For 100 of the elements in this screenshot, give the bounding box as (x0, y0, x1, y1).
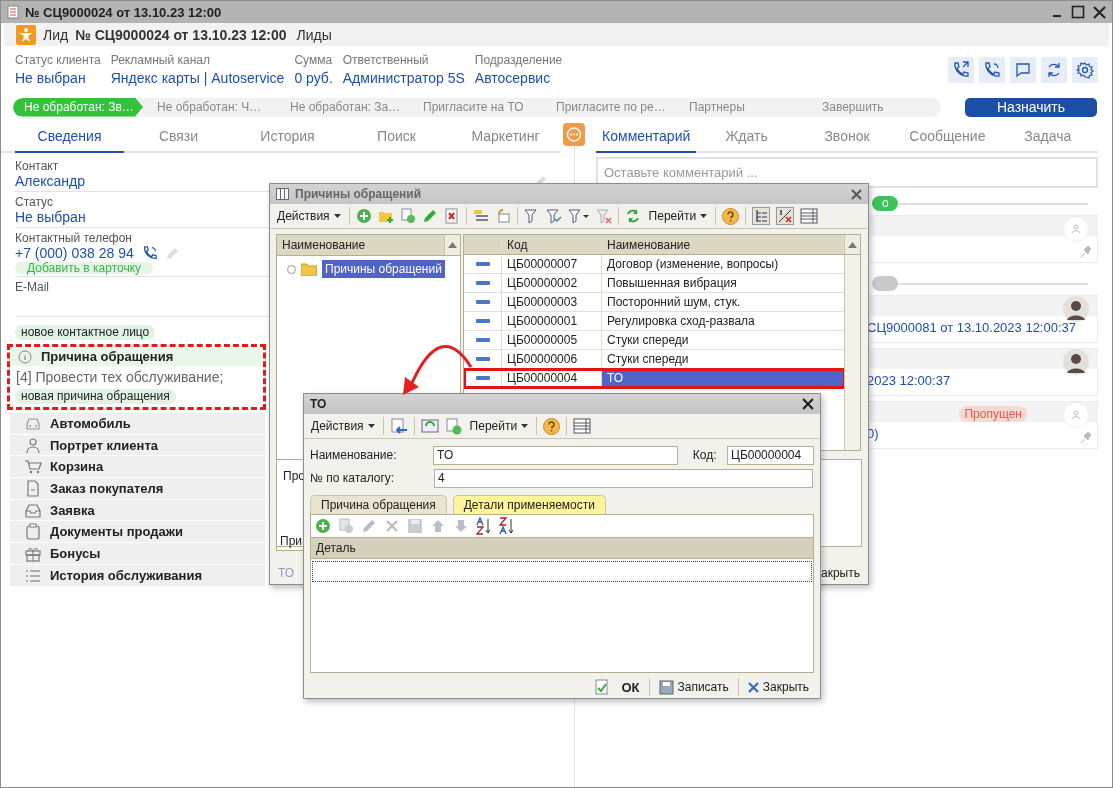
details-toggle-icon[interactable] (776, 207, 795, 225)
field-label: Контактный телефон (15, 231, 132, 245)
copy-icon[interactable] (399, 208, 416, 224)
tab[interactable]: История (233, 123, 342, 153)
reread-icon[interactable] (420, 418, 439, 434)
actions-menu[interactable]: Действия (309, 419, 377, 433)
tab[interactable]: Поиск (342, 123, 451, 153)
hierarchy-icon[interactable] (472, 208, 489, 224)
tree-item[interactable]: Причины обращений (322, 260, 445, 278)
add-icon[interactable] (355, 208, 372, 224)
field-value[interactable]: Не выбран (15, 209, 86, 225)
table-row[interactable]: ЦБ00000005 Стуки спереди (464, 331, 845, 350)
copy-icon[interactable] (444, 417, 462, 435)
person-icon (24, 436, 42, 454)
table-row[interactable]: ЦБ00000007 Договор (изменение, вопросы) (464, 255, 845, 274)
catalog-number-field[interactable]: 4 (434, 468, 813, 488)
message-icon[interactable] (1010, 57, 1036, 83)
maximize-icon[interactable] (1071, 5, 1085, 19)
tree-view-icon[interactable] (752, 207, 771, 225)
section-row[interactable]: Заявка (10, 499, 265, 521)
close-icon[interactable] (1093, 5, 1106, 19)
field-value[interactable]: +7 (000) 038 28 94 (15, 245, 134, 261)
filter-icon[interactable] (567, 208, 590, 224)
section-row[interactable]: Корзина (10, 456, 265, 478)
save-button[interactable]: Записать (655, 679, 732, 695)
field-label: Ответственный (342, 53, 430, 67)
refresh-icon[interactable] (1041, 57, 1067, 83)
refresh-icon[interactable] (624, 208, 641, 224)
columns-icon[interactable] (573, 418, 592, 434)
close-icon[interactable] (802, 398, 814, 410)
tab[interactable]: Сведения (15, 123, 124, 153)
phone-icon[interactable] (979, 57, 1005, 83)
tab[interactable]: Сообщение (897, 123, 998, 153)
table-row[interactable]: ЦБ00000004 ТО (464, 369, 845, 388)
settings-icon[interactable] (1072, 57, 1098, 83)
tab[interactable]: При (280, 534, 302, 548)
feed-text[interactable]: СЦ9000081 от 13.10.2023 12:00:37 (867, 320, 1076, 335)
add-icon[interactable] (315, 518, 331, 534)
assign-button[interactable]: Назначить (965, 97, 1097, 117)
goto-menu[interactable]: Перейти (646, 209, 710, 223)
field-value[interactable]: Яндекс карты | Autoservice (110, 70, 285, 86)
tab[interactable]: Детали применяемости (452, 495, 606, 514)
table-row[interactable]: ЦБ00000002 Повышенная вибрация (464, 274, 845, 293)
close-button[interactable]: Закрыть (744, 680, 812, 694)
table-row[interactable]: ЦБ00000001 Регулировка сход-развала (464, 312, 845, 331)
feed-text[interactable]: 2023 12:00:37 (867, 373, 951, 388)
tab[interactable]: Связи (124, 123, 233, 153)
scroll-up-icon[interactable] (844, 235, 860, 254)
section-row[interactable]: Заказ покупателя (10, 478, 265, 499)
section-row[interactable]: Бонусы (10, 543, 265, 564)
goto-menu[interactable]: Перейти (467, 419, 531, 433)
help-icon[interactable] (543, 417, 561, 435)
section-row[interactable]: История обслуживания (10, 564, 265, 586)
filter-icon[interactable] (545, 208, 562, 224)
document-number: № СЦ9000024 от 13.10.23 12:00 (75, 26, 287, 43)
column-header[interactable]: Код (502, 235, 602, 254)
name-field[interactable]: ТО (433, 445, 679, 465)
code-field[interactable]: ЦБ00000004 (727, 445, 814, 465)
arrow (403, 345, 473, 395)
section-row[interactable]: Автомобиль (10, 413, 265, 434)
clear-filter-icon[interactable] (595, 208, 612, 224)
tab[interactable]: Маркетинг (451, 123, 560, 153)
tab[interactable]: Причина обращения (310, 495, 447, 514)
scrollbar[interactable] (844, 255, 860, 450)
field-value[interactable]: Администратор 5S (342, 70, 465, 86)
close-icon[interactable] (851, 188, 862, 200)
ok-button[interactable]: ОК (592, 679, 643, 695)
field-value[interactable]: Александр (15, 173, 86, 189)
tab[interactable]: Комментарий (596, 123, 697, 153)
phone-icon[interactable] (141, 245, 158, 261)
field-value[interactable]: Не выбран (15, 70, 101, 86)
columns-icon[interactable] (800, 208, 819, 224)
tab[interactable]: Задача (997, 123, 1098, 153)
section-row[interactable]: Портрет клиента (10, 434, 265, 456)
field-value[interactable]: Автосервис (474, 70, 563, 86)
section-row[interactable]: Документы продажи (10, 521, 265, 543)
filter-icon[interactable] (523, 208, 540, 224)
table-row[interactable]: ЦБ00000003 Посторонний шум, стук. (464, 293, 845, 312)
delete-icon[interactable] (443, 208, 460, 224)
dialog-title: ТО (310, 397, 327, 411)
field-label: Код: (691, 448, 718, 462)
tab[interactable]: Звонок (796, 123, 898, 153)
radio-icon[interactable] (287, 264, 296, 274)
sort-descending-icon[interactable] (499, 517, 515, 535)
pencil-icon[interactable] (421, 208, 438, 224)
contact-tag[interactable]: новое контактное лицо (15, 325, 156, 340)
field-value[interactable]: 0 руб. (294, 70, 333, 86)
help-icon[interactable] (722, 207, 740, 225)
actions-menu[interactable]: Действия (275, 209, 343, 223)
call-transfer-icon[interactable] (948, 57, 974, 83)
close-button[interactable]: акрыть (821, 566, 860, 580)
save-close-icon[interactable] (389, 417, 408, 435)
column-header[interactable]: Деталь (311, 541, 356, 555)
reason-value[interactable]: [4] Провести тех обслуживание; (10, 366, 230, 388)
table-row[interactable] (312, 561, 812, 582)
reason-title: Причина обращения (41, 349, 174, 364)
sort-ascending-icon[interactable] (476, 517, 492, 535)
reason-tag[interactable]: новая причина обращения (15, 389, 176, 404)
tab[interactable]: Ждать (696, 123, 797, 153)
scroll-up-icon[interactable] (444, 235, 460, 255)
